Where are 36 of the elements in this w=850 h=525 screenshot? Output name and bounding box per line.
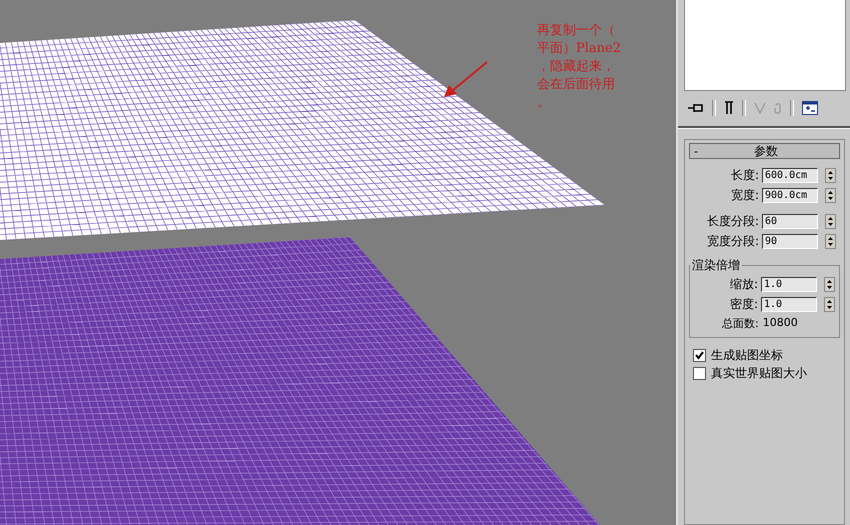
spinner-arrows-icon[interactable]: [825, 214, 836, 228]
stack-icon[interactable]: [724, 101, 734, 115]
total-faces-value: 10800: [762, 316, 798, 331]
checkbox[interactable]: [693, 366, 706, 380]
vertex-icon: [754, 102, 766, 114]
spinner-field[interactable]: 60: [762, 214, 818, 228]
annotation-arrow: [444, 61, 488, 97]
spinner-arrows-icon[interactable]: [824, 276, 835, 292]
spinner-field[interactable]: 1.0: [761, 276, 817, 292]
modifier-stack-list[interactable]: [684, 0, 846, 91]
rollout-header[interactable]: - 参数: [689, 143, 840, 159]
checkbox[interactable]: [693, 348, 706, 362]
field-label: 缩放:: [730, 276, 758, 292]
spinner-arrows-icon[interactable]: [825, 188, 836, 202]
spinner-arrows-icon[interactable]: [824, 296, 835, 312]
clip-icon: [774, 102, 782, 114]
spinner-arrows-icon[interactable]: [825, 234, 836, 248]
field-label: 长度:: [730, 166, 759, 184]
annotation-text: 再复制一个（ 平面）Plane2 ，隐藏起来， 会在后面待用 。: [537, 22, 621, 112]
rollout-title: 参数: [754, 142, 778, 160]
field-label: 密度:: [730, 296, 758, 312]
collapse-symbol: -: [694, 144, 699, 158]
spinner-arrows-icon[interactable]: [825, 168, 836, 182]
checkbox-label: 生成贴图坐标: [711, 346, 783, 364]
field-label: 宽度:: [730, 186, 759, 204]
group-title: 渲染倍增: [691, 257, 741, 274]
spinner-field[interactable]: 90: [762, 234, 818, 248]
pin-icon[interactable]: [688, 102, 704, 114]
total-faces-label: 总面数:: [722, 316, 759, 331]
spinner-field[interactable]: 1.0: [761, 296, 817, 312]
field-label: 长度分段:: [706, 212, 759, 230]
spinner-field[interactable]: 900.0cm: [762, 188, 818, 202]
spinner-field[interactable]: 600.0cm: [762, 168, 818, 182]
field-label: 宽度分段:: [706, 232, 759, 250]
checkbox-label: 真实世界贴图大小: [711, 364, 807, 382]
configure-icon[interactable]: [802, 101, 818, 115]
